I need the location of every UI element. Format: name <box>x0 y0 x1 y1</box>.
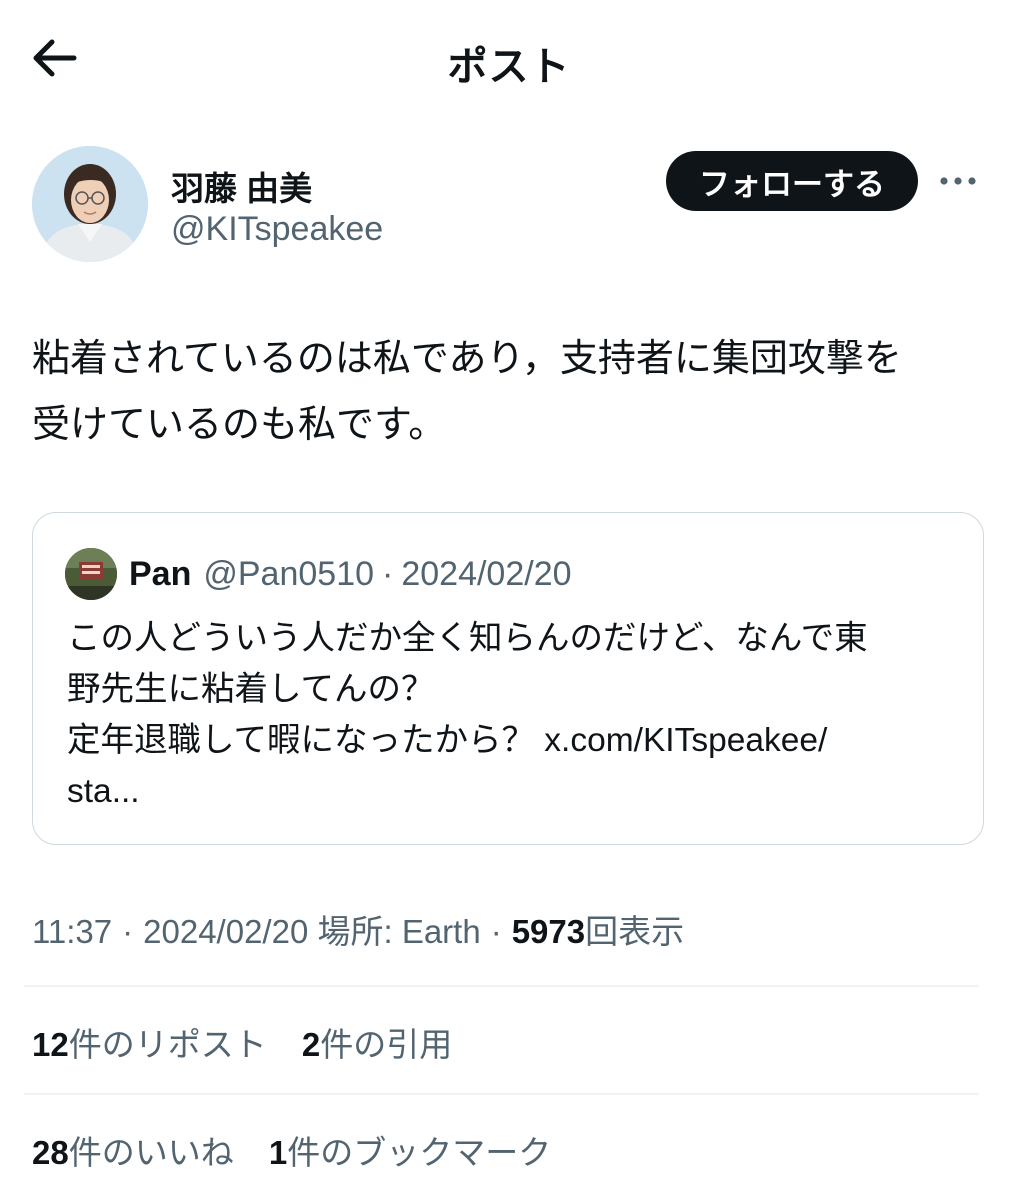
likes-stat[interactable]: 28件のいいね <box>32 1134 234 1171</box>
post-meta: 11:37 · 2024/02/20 場所: Earth · 5973回表示 <box>32 905 684 953</box>
avatar-image <box>32 146 148 262</box>
page-title: ポスト <box>447 45 571 89</box>
quoted-post-header: Pan @Pan0510 · 2024/02/20 <box>65 547 572 601</box>
divider <box>24 1093 979 1095</box>
post-text: 粘着されているのは私であり，支持者に集団攻撃を 受けているのも私です。 <box>32 338 902 446</box>
quotes-stat[interactable]: 2件の引用 <box>302 1026 452 1063</box>
stats-row-likes: 28件のいいね 1件のブックマーク <box>32 1126 577 1174</box>
likes-label: 件のいいね <box>68 1134 234 1171</box>
quoted-avatar <box>65 548 117 600</box>
post-location: 場所: Earth <box>317 913 481 950</box>
top-bar: ポスト <box>0 0 1018 118</box>
stats-row-reposts: 12件のリポスト 2件の引用 <box>32 1018 478 1066</box>
views-count: 5973 <box>511 913 586 950</box>
bookmarks-label: 件のブックマーク <box>287 1134 552 1171</box>
follow-button[interactable]: フォローする <box>666 151 918 211</box>
quotes-count: 2 <box>301 1026 321 1063</box>
separator-dot: · <box>122 913 134 950</box>
reposts-count: 12 <box>32 1026 69 1063</box>
quoted-handle: @Pan0510 <box>203 554 375 593</box>
post-time[interactable]: 11:37 <box>32 913 112 950</box>
separator-dot: · <box>382 554 394 593</box>
quoted-post-text: この人どういう人だか全く知らんのだけど、なんで東 野先生に粘着してんの？ 定年退… <box>67 620 868 810</box>
likes-count: 28 <box>32 1134 69 1171</box>
author-handle[interactable]: @KITspeakee <box>171 210 383 249</box>
bookmarks-count: 1 <box>268 1134 288 1171</box>
avatar[interactable] <box>32 146 148 262</box>
quoted-date: 2024/02/20 <box>401 554 572 593</box>
more-button[interactable] <box>938 164 978 198</box>
quoted-post-card[interactable]: Pan @Pan0510 · 2024/02/20 この人どういう人だか全く知ら… <box>32 512 984 845</box>
post-date[interactable]: 2024/02/20 <box>143 913 308 950</box>
post-author: 羽藤 由美 @KITspeakee フォローする <box>32 146 987 266</box>
author-display-name[interactable]: 羽藤 由美 <box>171 162 312 210</box>
quoted-display-name: Pan <box>129 554 192 593</box>
reposts-label: 件のリポスト <box>68 1026 267 1063</box>
divider <box>24 985 979 987</box>
views-label: 回表示 <box>585 913 685 950</box>
more-horizontal-icon <box>940 177 976 185</box>
quoted-avatar-image <box>65 548 117 600</box>
reposts-stat[interactable]: 12件のリポスト <box>32 1026 267 1063</box>
quotes-label: 件の引用 <box>320 1026 453 1063</box>
separator-dot: · <box>490 913 502 950</box>
bookmarks-stat[interactable]: 1件のブックマーク <box>269 1134 551 1171</box>
